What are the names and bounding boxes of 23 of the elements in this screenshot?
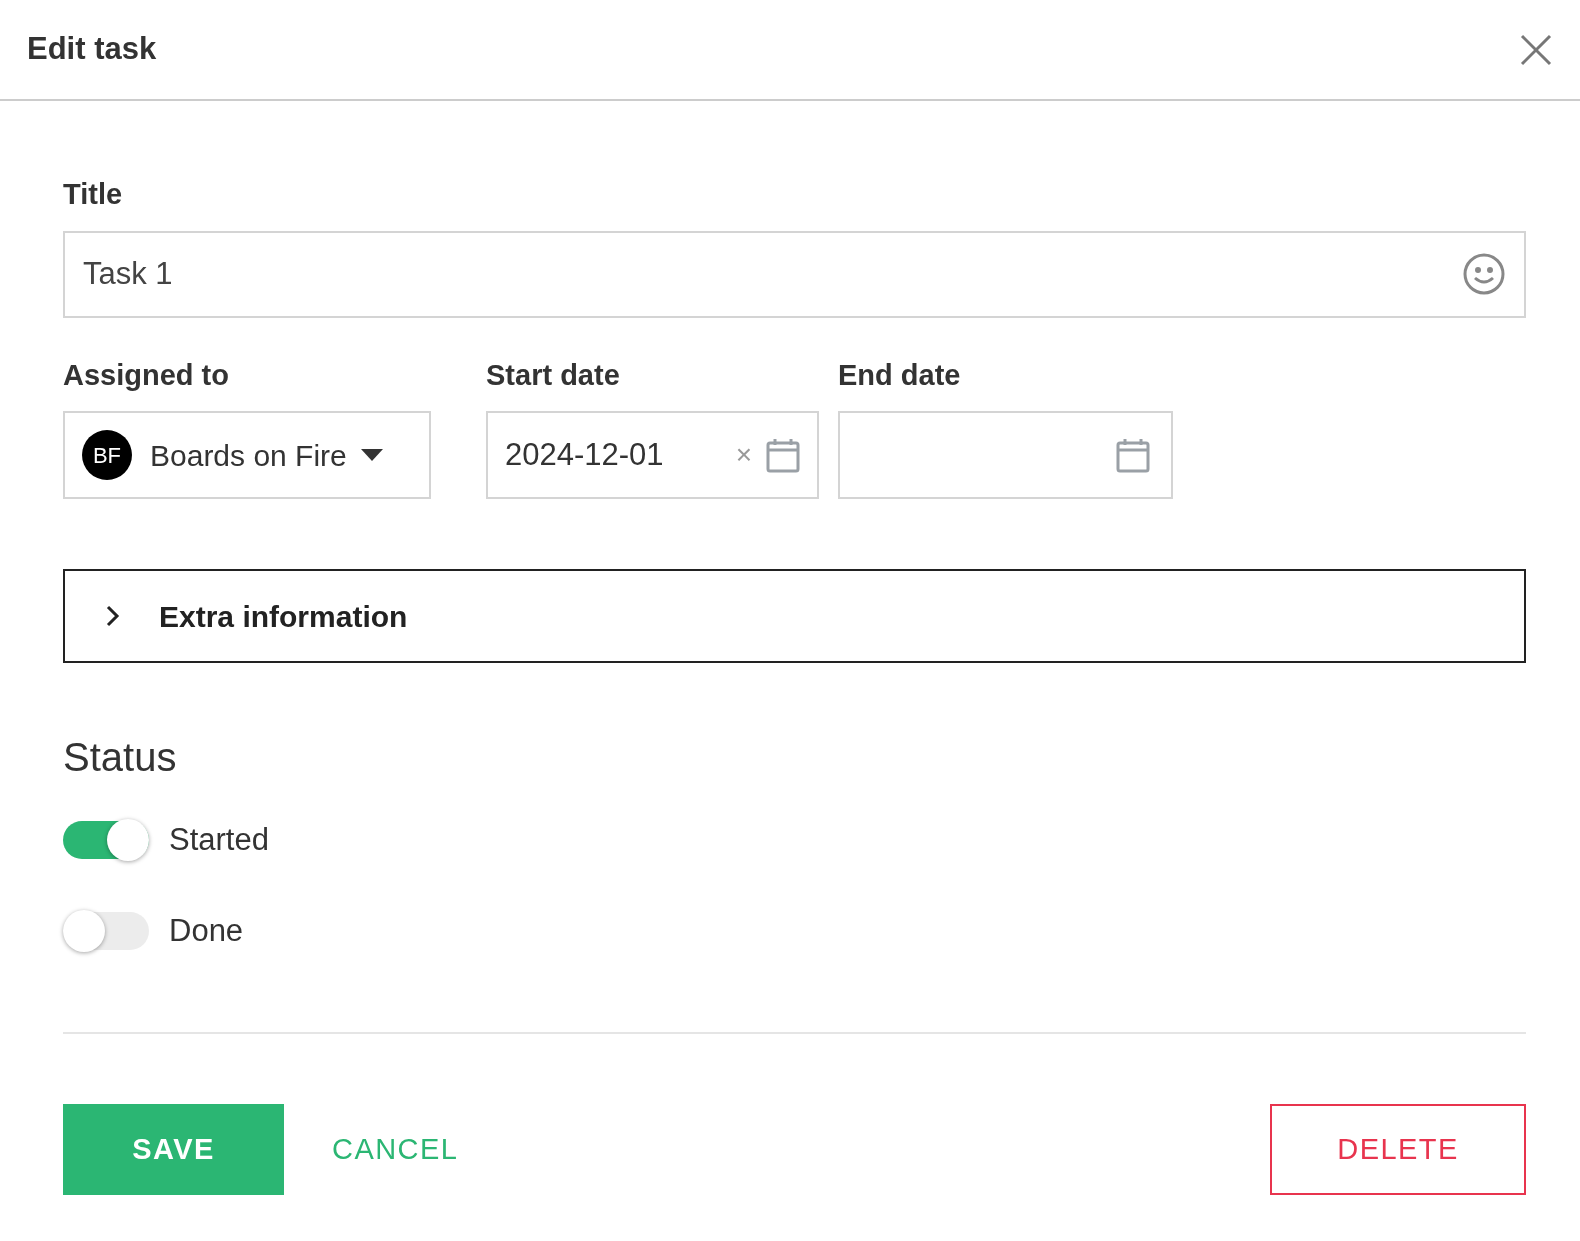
smiley-icon[interactable]: [1462, 252, 1506, 296]
close-icon[interactable]: [1520, 33, 1552, 66]
calendar-icon[interactable]: [1116, 437, 1150, 473]
end-date-field[interactable]: [838, 411, 1173, 499]
dialog-title: Edit task: [27, 30, 157, 69]
chevron-icon: [105, 604, 121, 628]
assignee-dropdown[interactable]: BF Boards on Fire: [63, 411, 431, 499]
caret-icon: [360, 449, 383, 461]
delete-button[interactable]: DELETE: [1270, 1104, 1526, 1195]
toggle-switch[interactable]: [63, 911, 149, 950]
toggle-switch[interactable]: [63, 821, 149, 860]
field-label: End date: [838, 357, 962, 393]
avatar-initials: BF: [82, 430, 132, 480]
field-label: Title: [63, 177, 124, 212]
field-label: Assigned to: [63, 357, 230, 393]
toggle-label: Started: [169, 821, 269, 859]
title-input-field[interactable]: Task 1: [63, 230, 1526, 318]
status-heading: Status: [63, 734, 178, 781]
extra-information-accordion[interactable]: Extra information: [63, 569, 1526, 663]
start-date-field[interactable]: 2024-12-01 ×: [486, 411, 819, 499]
field-label: Start date: [486, 357, 621, 393]
calendar-icon[interactable]: [766, 437, 800, 473]
toggle-label: Done: [169, 911, 244, 950]
